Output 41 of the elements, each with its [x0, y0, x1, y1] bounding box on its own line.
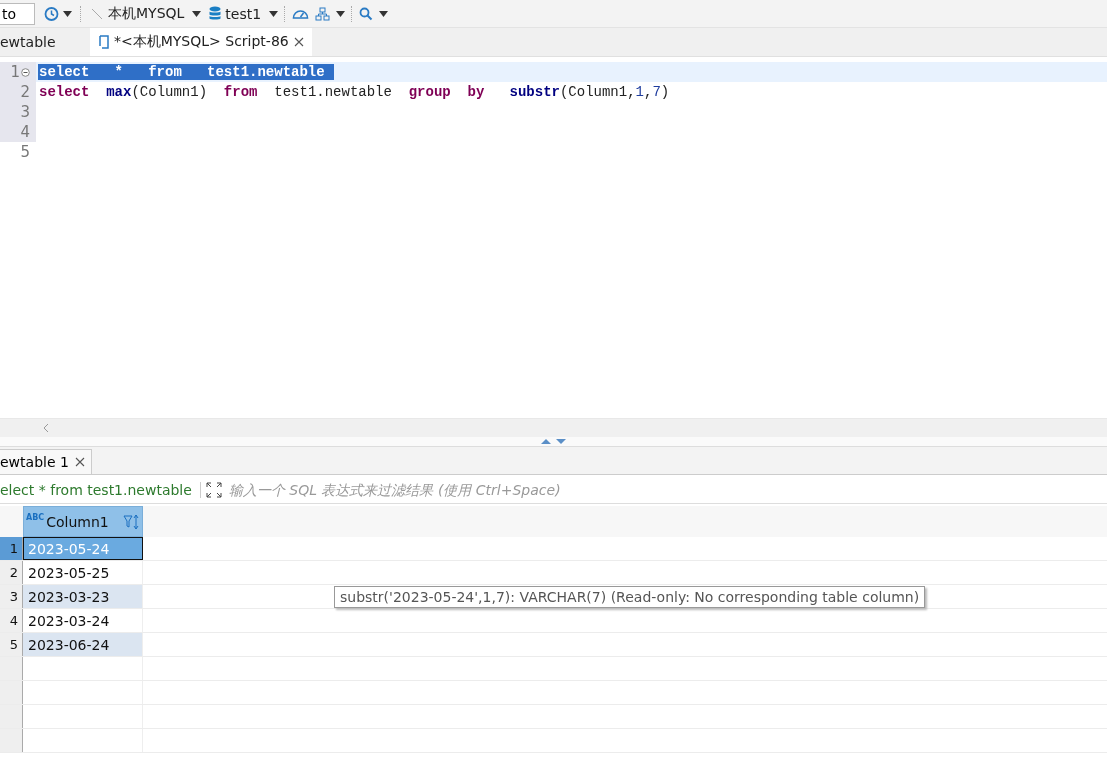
maximize-arrows-icon[interactable]	[539, 438, 568, 445]
row-number[interactable]: 4	[0, 609, 23, 632]
tree-icon[interactable]	[315, 6, 331, 21]
caret-icon[interactable]	[269, 10, 279, 17]
caret-icon[interactable]	[63, 10, 72, 17]
expand-icon[interactable]	[205, 482, 222, 498]
close-icon[interactable]	[74, 457, 85, 467]
caret-icon[interactable]	[192, 10, 202, 17]
fold-icon[interactable]	[21, 67, 30, 77]
line-number: 1	[10, 63, 20, 81]
filter-sort-icon[interactable]	[123, 513, 140, 530]
close-icon[interactable]	[293, 37, 304, 47]
type-label: ABC	[26, 513, 45, 522]
filter-field[interactable]: 输入一个 SQL 表达式来过滤结果 (使用 Ctrl+Space)	[226, 481, 1107, 499]
column-title: Column1	[46, 513, 110, 530]
row-number[interactable]: 3	[0, 585, 23, 608]
row-number[interactable]: 2	[0, 561, 23, 584]
row-number[interactable]: 1	[0, 537, 23, 560]
line-number: 2	[20, 83, 30, 101]
history-icon[interactable]	[43, 5, 59, 22]
connection-name[interactable]: 本机MYSQL	[108, 4, 185, 23]
code-line: select max(Column1) from test1.newtable group by substr(Column1,1,7)	[38, 84, 671, 100]
tooltip: substr('2023-05-24',1,7): VARCHAR(7) (Read-only: No corresponding table column)	[334, 586, 926, 608]
line-number: 4	[20, 123, 30, 141]
database-name[interactable]: test1	[225, 5, 262, 22]
line-number: 5	[20, 143, 30, 161]
table-cell[interactable]: 2023-03-23	[23, 585, 143, 608]
caret-icon[interactable]	[336, 10, 346, 17]
input-field[interactable]: to	[0, 2, 35, 25]
editor-tab[interactable]: ewtable	[0, 28, 90, 56]
results-tab[interactable]: ewtable 1	[0, 449, 92, 474]
database-icon	[209, 6, 222, 21]
row-header[interactable]	[0, 729, 23, 752]
editor-tab[interactable]: *<本机MYSQL> Script-86	[90, 28, 312, 56]
table-cell[interactable]: 2023-06-24	[23, 633, 143, 656]
line-number: 3	[20, 103, 30, 121]
query-text: elect * from test1.newtable	[0, 482, 201, 498]
caret-icon[interactable]	[379, 10, 389, 17]
row-number[interactable]: 5	[0, 633, 23, 656]
scroll-left-icon[interactable]	[42, 423, 50, 433]
search-icon[interactable]	[359, 6, 374, 21]
